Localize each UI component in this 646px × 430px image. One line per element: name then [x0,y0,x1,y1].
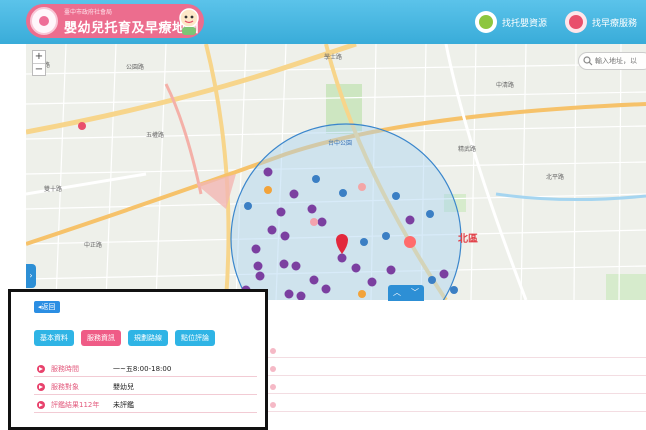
panel-tabs: 基本資料 服務資訊 規劃路線 點位評論 [34,330,222,346]
app-window: 臺中市政府社會局 嬰幼兒托育及早療地圖 找托嬰資源 找早療服務 公園路 學士路 … [0,0,646,430]
chevron-down-icon[interactable]: ﹀ [411,289,419,297]
evaluation-result-value: 未評鑑 [113,401,134,409]
evaluation-result-row: 評鑑結果112年 未評鑑 [34,397,257,413]
zoom-control: + − [32,50,46,76]
top-header: 臺中市政府社會局 嬰幼兒托育及早療地圖 找托嬰資源 找早療服務 [0,0,646,44]
map-label: 精武路 [458,146,477,153]
bullet-icon [270,366,276,372]
find-early-intervention-link[interactable]: 找早療服務 [565,11,637,33]
list-item [268,380,646,394]
map-label: 中正路 [84,242,103,249]
find-early-intervention-label: 找早療服務 [592,18,638,29]
find-childcare-link[interactable]: 找托嬰資源 [475,11,547,33]
service-hours-label: 服務時間 [51,365,79,373]
tab-service-info[interactable]: 服務資訊 [81,330,121,346]
service-hours-row: 服務時間 一~五8:00-18:00 [34,361,257,377]
back-button[interactable]: ◂返回 [34,301,60,313]
logo-emblem-icon [30,7,58,35]
chevron-right-icon: › [29,271,33,280]
bullet-icon [270,348,276,354]
map-label: 中清路 [496,82,515,89]
tab-route-planning[interactable]: 規劃路線 [128,330,168,346]
service-target-value: 嬰幼兒 [113,383,134,391]
map-label: 公園路 [126,64,145,71]
arrow-bullet-icon [37,401,45,409]
list-item [268,362,646,376]
list-item [268,344,646,358]
sidebar-toggle-button[interactable]: › [26,264,36,288]
list-item [268,398,646,412]
back-label: 返回 [41,303,56,311]
map-view[interactable]: 中華路 公園路 學士路 五權路 中清路 雙十路 台中公園 精武路 北平路 中正路… [26,44,646,300]
map-search [578,52,646,70]
tab-reviews[interactable]: 點位評論 [175,330,215,346]
mascot-icon [179,8,199,35]
map-label: 雙十路 [44,186,63,193]
map-label: 北平路 [546,174,565,181]
search-icon [583,56,593,66]
tab-basic-info[interactable]: 基本資料 [34,330,74,346]
map-label: 學士路 [324,54,343,61]
evaluation-result-label: 評鑑結果112年 [51,401,100,409]
service-target-row: 服務對象 嬰幼兒 [34,379,257,395]
bullet-icon [270,384,276,390]
chevron-up-icon[interactable]: ︿ [393,289,401,297]
bullet-icon [270,402,276,408]
zoom-in-button[interactable]: + [33,51,45,63]
map-nav-tabs[interactable]: ︿ ﹀ [388,285,424,301]
arrow-bullet-icon [37,365,45,373]
address-search-input[interactable] [595,55,646,67]
service-hours-value: 一~五8:00-18:00 [113,365,172,373]
find-childcare-label: 找托嬰資源 [502,18,548,29]
service-target-label: 服務對象 [51,383,79,391]
house-icon [475,11,497,33]
district-label: 北區 [458,234,478,245]
facility-info-panel: ◂返回 基本資料 服務資訊 規劃路線 點位評論 服務時間 一~五8:00-18:… [8,289,268,430]
child-icon [565,11,587,33]
zoom-out-button[interactable]: − [33,63,45,75]
logo-subtitle: 臺中市政府社會局 [64,9,113,16]
arrow-bullet-icon [37,383,45,391]
map-label: 五權路 [146,132,165,139]
map-label: 台中公園 [328,140,353,147]
site-logo[interactable]: 臺中市政府社會局 嬰幼兒托育及早療地圖 [26,4,204,38]
